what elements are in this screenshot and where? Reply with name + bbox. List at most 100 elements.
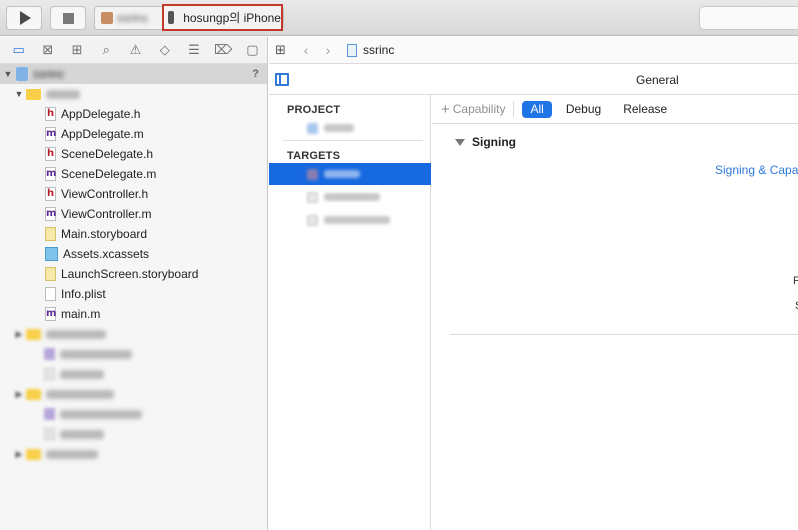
project-item[interactable] [269,117,431,139]
scheme-target-label: ssrinc [117,11,149,25]
group-row[interactable]: ▶ [0,324,267,344]
issue-navigator-icon[interactable]: ⚠ [121,40,150,60]
file-icon [44,348,55,360]
disclosure-closed-icon[interactable]: ▶ [14,389,24,400]
stop-icon [62,12,74,24]
target-item[interactable] [269,209,431,231]
add-capability-label: Capability [452,102,506,116]
file-list: h AppDelegate.h m AppDelegate.m h SceneDelega… [0,104,267,324]
group-name-redacted [46,449,98,459]
file-icon [44,408,55,420]
run-button[interactable] [6,6,42,30]
file-name-redacted [60,369,104,379]
header-file-icon: h [45,187,56,201]
report-navigator-icon[interactable]: ▢ [238,40,267,60]
related-items-icon[interactable]: ⊞ [275,42,295,58]
signing-title: Signing [472,135,516,149]
file-row[interactable]: m AppDelegate.m [0,124,267,144]
tab-signing-capabilities[interactable]: Signing & Capab [715,163,798,177]
file-name-redacted [60,409,142,419]
file-name: AppDelegate.h [61,107,141,121]
capability-bar: + Capability All Debug Release [432,95,798,124]
header-file-icon: h [45,107,56,121]
section-divider [450,334,798,335]
target-name-redacted [324,216,390,224]
target-name-redacted [324,170,360,178]
forward-chevron-icon[interactable]: › [317,42,339,58]
scheme-target[interactable]: ssrinc [95,7,163,29]
group-row[interactable]: ▼ [0,84,267,104]
file-row[interactable]: h SceneDelegate.h [0,144,267,164]
jump-bar: ⊞ ‹ › ssrinc [269,37,798,64]
iphone-icon [168,11,175,24]
objc-file-icon: m [45,307,57,321]
group-row[interactable]: ▶ [0,384,267,404]
disclosure-open-icon[interactable]: ▼ [14,89,24,99]
target-item[interactable] [269,186,431,208]
group-row[interactable]: ▶ [0,444,267,464]
project-icon [16,67,28,81]
device-selector[interactable]: hosungp의 iPhone [162,4,283,31]
project-name-redacted [324,124,354,132]
jump-bar-title[interactable]: ssrinc [363,43,394,57]
target-name-redacted [324,193,380,201]
breakpoint-navigator-icon[interactable]: ⌦ [209,40,238,60]
file-row[interactable]: h ViewController.h [0,184,267,204]
filter-debug[interactable]: Debug [558,101,609,118]
disclosure-open-icon[interactable]: ▼ [3,69,13,79]
find-navigator-icon[interactable]: ⌕ [92,40,121,60]
file-name: ViewController.h [61,187,149,201]
filter-all[interactable]: All [522,100,552,118]
file-row[interactable]: h AppDelegate.h [0,104,267,124]
project-file-icon [347,43,357,57]
file-name: main.m [61,307,101,321]
folder-icon [26,88,41,100]
plist-icon [45,287,56,301]
sidebar-toggle-icon[interactable] [275,73,289,86]
test-target-icon [307,191,318,203]
file-name: AppDelegate.m [61,127,144,141]
file-row[interactable]: m SceneDelegate.m [0,164,267,184]
target-item-selected[interactable] [269,163,431,185]
file-row[interactable]: LaunchScreen.storyboard [0,264,267,284]
add-capability-button[interactable]: + Capability [441,102,505,117]
project-icon [307,122,318,134]
project-targets-list: PROJECT TARGETS [269,95,431,530]
debug-navigator-icon[interactable]: ☰ [179,40,208,60]
group-name-redacted [46,389,114,399]
plus-icon: + [441,100,450,118]
filter-release[interactable]: Release [615,101,675,118]
disclosure-closed-icon[interactable]: ▶ [14,329,24,340]
toolbar: ssrinc hosungp의 iPhone [0,0,798,36]
activity-viewer [699,6,798,30]
file-icon [44,428,55,440]
file-row[interactable]: Assets.xcassets [0,244,267,264]
symbol-navigator-icon[interactable]: ⊞ [62,40,91,60]
file-row[interactable]: m ViewController.m [0,204,267,224]
project-row[interactable]: ▼ ssrinc ? [0,64,267,84]
storyboard-icon [45,227,56,241]
test-navigator-icon[interactable]: ◇ [150,40,179,60]
signing-section-header[interactable]: Signing [455,135,516,149]
list-item[interactable] [0,344,267,364]
objc-file-icon: m [45,167,57,181]
stop-button[interactable] [50,6,86,30]
list-item[interactable] [0,364,267,384]
back-chevron-icon[interactable]: ‹ [295,42,317,58]
file-row[interactable]: Info.plist [0,284,267,304]
test-target-icon [307,214,318,226]
list-item[interactable] [0,404,267,424]
list-item[interactable] [0,424,267,444]
group-name-redacted [46,329,106,339]
project-navigator: ▭ ⊠ ⊞ ⌕ ⚠ ◇ ☰ ⌦ ▢ ▼ ssrinc ? ▼ h AppDelegate.h m Ap… [0,37,268,530]
file-icon [44,368,55,380]
project-navigator-icon[interactable]: ▭ [4,40,33,60]
source-control-icon[interactable]: ⊠ [33,40,62,60]
app-target-icon [101,12,113,24]
device-name: hosungp의 iPhone [183,11,281,25]
tab-general[interactable]: General [636,73,679,87]
file-row[interactable]: m main.m [0,304,267,324]
disclosure-open-icon[interactable] [455,138,465,146]
file-row[interactable]: Main.storyboard [0,224,267,244]
disclosure-closed-icon[interactable]: ▶ [14,449,24,460]
